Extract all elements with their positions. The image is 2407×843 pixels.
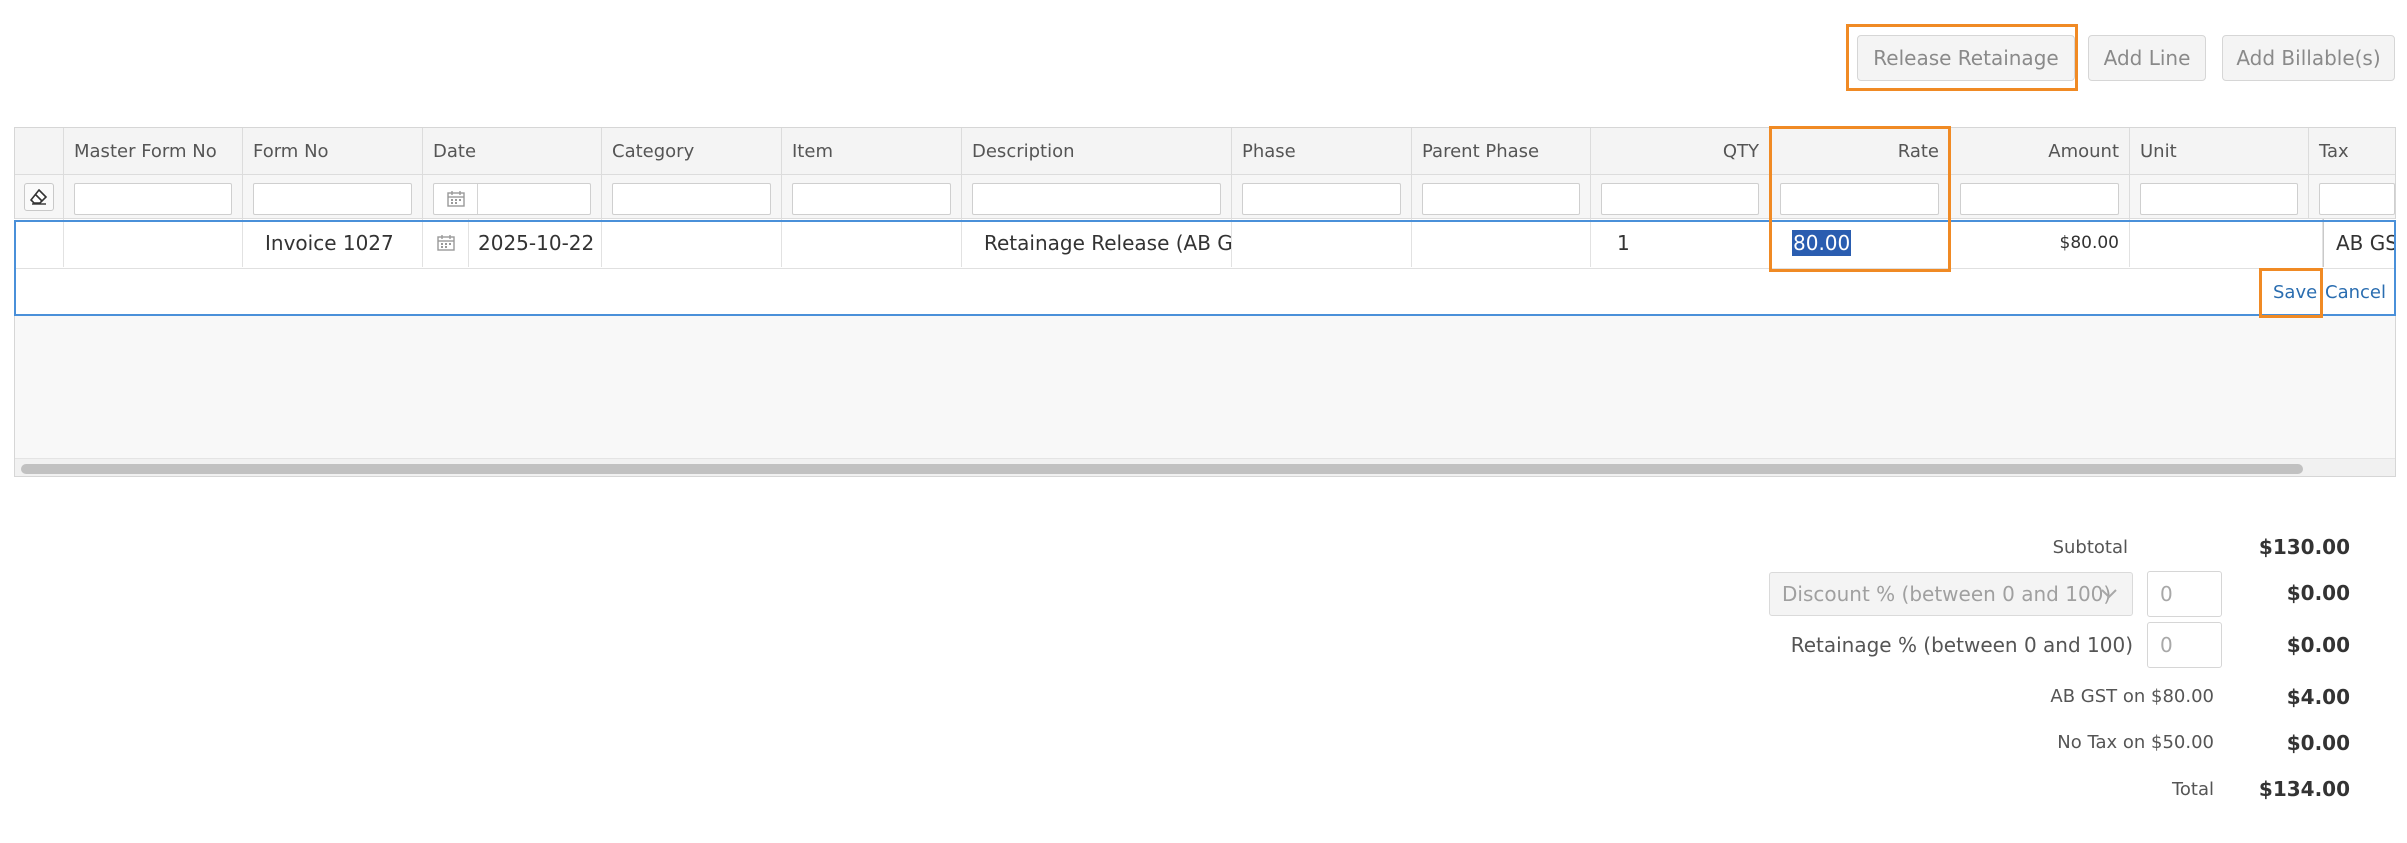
filter-unit[interactable] xyxy=(2140,183,2298,215)
filter-qty-cell xyxy=(1591,175,1770,219)
date-value: 2025-10-22 xyxy=(478,231,595,255)
tax-ab-gst-value: $4.00 xyxy=(2286,685,2350,709)
filter-category-cell xyxy=(602,175,782,219)
tax-no-tax-label: No Tax on $50.00 xyxy=(2057,732,2214,753)
filter-item-cell xyxy=(782,175,962,219)
filter-tax-cell xyxy=(2309,175,2395,219)
subtotal-label: Subtotal xyxy=(2052,537,2128,558)
filter-category[interactable] xyxy=(612,183,771,215)
filter-qty[interactable] xyxy=(1601,183,1759,215)
cell-item[interactable] xyxy=(782,219,962,267)
header-phase[interactable]: Phase xyxy=(1232,128,1412,175)
discount-select-label: Discount % (between 0 and 100) xyxy=(1782,582,2112,606)
filter-master-form-no-cell xyxy=(64,175,243,219)
invoice-lines-screen: Release Retainage Add Line Add Billable(… xyxy=(0,0,2407,843)
filter-description-cell xyxy=(962,175,1232,219)
save-link[interactable]: Save xyxy=(2273,269,2317,316)
retainage-value: $0.00 xyxy=(2286,633,2350,657)
cell-form-no[interactable]: Invoice 1027 xyxy=(243,219,423,267)
eraser-icon xyxy=(30,189,48,205)
discount-percent-input[interactable]: 0 xyxy=(2147,571,2222,617)
cell-master-form-no[interactable] xyxy=(64,219,243,267)
clear-filters-button[interactable] xyxy=(24,183,54,211)
filter-date[interactable] xyxy=(433,183,591,215)
cell-qty[interactable]: 1 xyxy=(1591,219,1770,267)
cell-parent-phase[interactable] xyxy=(1412,219,1591,267)
horizontal-scrollbar[interactable] xyxy=(15,458,2395,476)
header-row-selector xyxy=(15,128,64,175)
header-unit[interactable]: Unit xyxy=(2130,128,2309,175)
header-rate[interactable]: Rate xyxy=(1770,128,1950,175)
filter-amount-cell xyxy=(1950,175,2130,219)
release-retainage-button[interactable]: Release Retainage xyxy=(1857,35,2075,81)
line-items-grid: Master Form No Form No Date Category Ite… xyxy=(14,127,2396,477)
filter-row xyxy=(15,175,2395,219)
row-selector-cell[interactable] xyxy=(14,219,64,267)
filter-parent-phase-cell xyxy=(1412,175,1591,219)
table-row-editing: Invoice 1027 2025-10-22 Retainage Releas… xyxy=(14,219,2396,269)
filter-phase-cell xyxy=(1232,175,1412,219)
cell-tax[interactable]: AB GST xyxy=(2323,219,2396,267)
filter-clear-cell xyxy=(15,175,64,219)
header-qty[interactable]: QTY xyxy=(1591,128,1770,175)
header-description[interactable]: Description xyxy=(962,128,1232,175)
filter-item[interactable] xyxy=(792,183,951,215)
grid-header: Master Form No Form No Date Category Ite… xyxy=(15,128,2395,175)
rate-input-selected-text[interactable]: 80.00 xyxy=(1792,230,1852,256)
subtotal-value: $130.00 xyxy=(2258,535,2350,559)
tax-ab-gst-label: AB GST on $80.00 xyxy=(2050,686,2214,707)
header-parent-phase[interactable]: Parent Phase xyxy=(1412,128,1591,175)
retainage-label: Retainage % (between 0 and 100) xyxy=(1790,633,2133,657)
filter-date-cell xyxy=(423,175,602,219)
filter-tax[interactable] xyxy=(2319,183,2395,215)
cell-phase[interactable] xyxy=(1232,219,1412,267)
calendar-icon xyxy=(446,191,465,207)
total-value: $134.00 xyxy=(2258,777,2350,801)
total-label: Total xyxy=(2171,779,2214,800)
filter-rate-cell xyxy=(1770,175,1950,219)
cell-unit[interactable] xyxy=(2130,219,2323,267)
cell-date[interactable]: 2025-10-22 xyxy=(423,219,602,267)
discount-value: $0.00 xyxy=(2286,581,2350,605)
horizontal-scrollbar-thumb[interactable] xyxy=(21,464,2303,474)
filter-parent-phase[interactable] xyxy=(1422,183,1580,215)
header-date[interactable]: Date xyxy=(423,128,602,175)
retainage-percent-input[interactable]: 0 xyxy=(2147,622,2222,668)
filter-date-picker[interactable] xyxy=(434,184,478,214)
header-form-no[interactable]: Form No xyxy=(243,128,423,175)
filter-form-no[interactable] xyxy=(253,183,412,215)
discount-type-select[interactable]: Discount % (between 0 and 100) xyxy=(1769,572,2133,616)
filter-rate[interactable] xyxy=(1780,183,1939,215)
cell-rate[interactable]: 80.00 xyxy=(1770,219,1950,267)
cell-description[interactable]: Retainage Release (AB GS xyxy=(962,219,1232,267)
filter-master-form-no[interactable] xyxy=(74,183,232,215)
header-master-form-no[interactable]: Master Form No xyxy=(64,128,243,175)
header-tax[interactable]: Tax xyxy=(2309,128,2395,175)
calendar-icon xyxy=(436,235,455,251)
cell-amount: $80.00 xyxy=(1950,219,2130,267)
filter-amount[interactable] xyxy=(1960,183,2119,215)
chevron-down-icon xyxy=(2101,589,2117,599)
cell-category[interactable] xyxy=(602,219,782,267)
filter-unit-cell xyxy=(2130,175,2309,219)
filter-form-no-cell xyxy=(243,175,423,219)
filter-description[interactable] xyxy=(972,183,1221,215)
header-amount[interactable]: Amount xyxy=(1950,128,2130,175)
row-actions: Save Cancel xyxy=(14,269,2396,316)
add-billables-button[interactable]: Add Billable(s) xyxy=(2222,35,2395,81)
date-picker-button[interactable] xyxy=(423,219,469,267)
header-category[interactable]: Category xyxy=(602,128,782,175)
header-item[interactable]: Item xyxy=(782,128,962,175)
tax-no-tax-value: $0.00 xyxy=(2286,731,2350,755)
cancel-link[interactable]: Cancel xyxy=(2325,269,2386,316)
add-line-button[interactable]: Add Line xyxy=(2088,35,2206,81)
filter-phase[interactable] xyxy=(1242,183,1401,215)
